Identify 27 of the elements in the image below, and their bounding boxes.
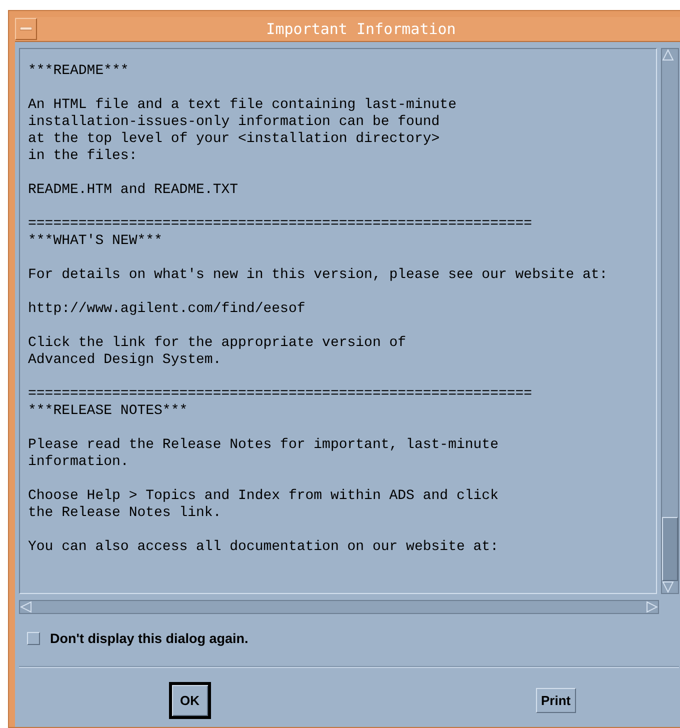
text-paragraph: An HTML file and a text file containing last-minute installation-issues-only information can be found at the top level of your <installation directory> in the files: [28,97,458,165]
checkbox-label: Don't display this dialog again. [50,630,248,646]
section-heading: ***RELEASE NOTES*** [28,403,189,420]
scroll-down-arrow-icon[interactable] [662,581,674,593]
scroll-thumb[interactable] [662,517,678,581]
text-paragraph: Choose Help > Topics and Index from within ADS and click the Release Notes link. [28,488,500,522]
text-paragraph: README.HTM and README.TXT [28,182,240,199]
text-paragraph: Click the link for the appropriate version of Advanced Design System. [28,335,408,369]
window-menu-button[interactable] [15,18,37,40]
checkbox[interactable] [27,632,40,644]
print-button[interactable]: Print [536,688,576,713]
window-title: Important Information [265,20,457,38]
separator-line: ============================================================ [28,386,534,403]
separator-line: ============================================================ [28,216,534,233]
url-text: http://www.agilent.com/find/eesof [28,301,306,318]
ok-button[interactable]: OK [169,682,210,719]
text-paragraph: For details on what's new in this version, please see our website at: [28,267,609,284]
text-paragraph: ***README*** [28,63,130,80]
text-paragraph: Please read the Release Notes for important, last-minute information. [28,437,500,471]
scroll-left-arrow-icon[interactable] [20,601,32,613]
text-paragraph: You can also access all documentation on our website at: [28,539,500,556]
scroll-up-arrow-icon[interactable] [662,49,674,61]
minus-icon [20,27,32,31]
horizontal-scrollbar[interactable] [19,600,659,614]
scroll-right-arrow-icon[interactable] [646,601,658,613]
section-heading: ***WHAT'S NEW*** [28,233,164,250]
vertical-scrollbar[interactable] [661,48,679,594]
